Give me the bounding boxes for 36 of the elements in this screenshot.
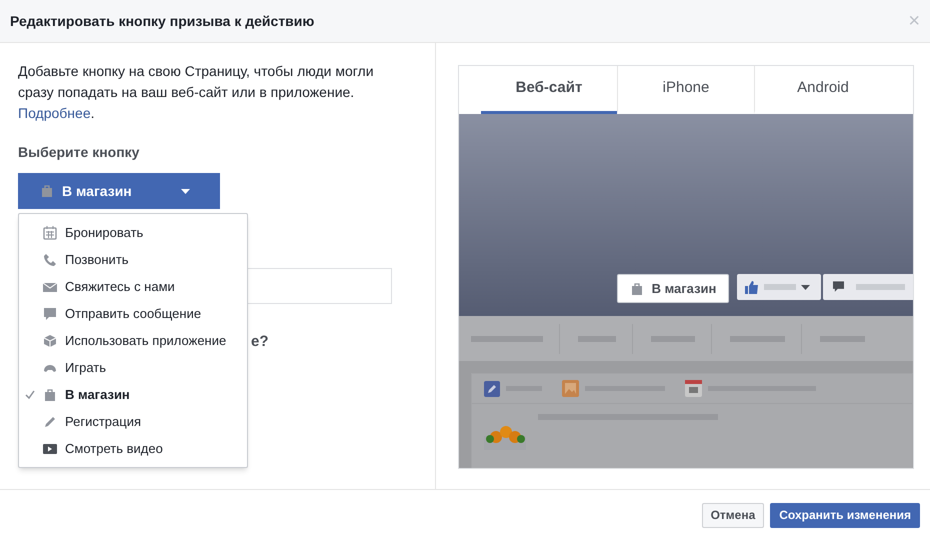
cancel-button[interactable]: Отмена	[702, 502, 764, 528]
section-label: Выберите кнопку	[18, 143, 140, 162]
shopping-bag-icon	[630, 282, 644, 296]
speech-bubble-icon	[43, 306, 57, 320]
caret-icon	[181, 188, 190, 194]
image-icon	[562, 380, 579, 397]
button-type-dropdown[interactable]: В магазин	[18, 173, 220, 209]
shopping-bag-icon	[40, 184, 54, 198]
menu-item[interactable]: Регистрация	[19, 408, 247, 435]
caret-icon	[801, 284, 810, 290]
phone-icon	[43, 252, 57, 266]
placeholder-bar	[856, 284, 905, 290]
pencil-icon	[43, 414, 57, 428]
play-icon	[43, 442, 57, 456]
calendar-icon	[685, 380, 702, 397]
checkmark-icon	[25, 390, 35, 399]
heading-text: е?	[251, 332, 269, 352]
menu-item[interactable]: Играть	[19, 354, 247, 381]
menu-item[interactable]: Свяжитесь с нами	[19, 273, 247, 300]
menu-item[interactable]: Отправить сообщение	[19, 300, 247, 327]
menu-item[interactable]: Бронировать	[19, 219, 247, 246]
pencil-icon	[484, 380, 500, 396]
save-button[interactable]: Сохранить изменения	[770, 502, 920, 528]
calendar-icon	[43, 226, 57, 240]
shopping-bag-icon	[43, 388, 57, 402]
menu-item[interactable]: Позвонить	[19, 246, 247, 273]
speech-bubble-icon	[833, 281, 844, 293]
menu-item[interactable]: В магазин	[19, 381, 247, 408]
learn-more-link[interactable]: Подробнее	[18, 105, 91, 121]
placeholder-bar	[764, 284, 796, 290]
thumbs-up-icon	[745, 280, 759, 294]
menu-item[interactable]: Смотреть видео	[19, 435, 247, 462]
dialog-title: Редактировать кнопку призыва к действию	[10, 12, 314, 31]
cube-icon	[43, 334, 57, 348]
menu-item[interactable]: Использовать приложение	[19, 327, 247, 354]
intro-paragraph: Добавьте кнопку на свою Страницу, чтобы люди могли сразу попадать на ваш веб-сайт или в приложение. Подробнее.	[18, 62, 375, 123]
